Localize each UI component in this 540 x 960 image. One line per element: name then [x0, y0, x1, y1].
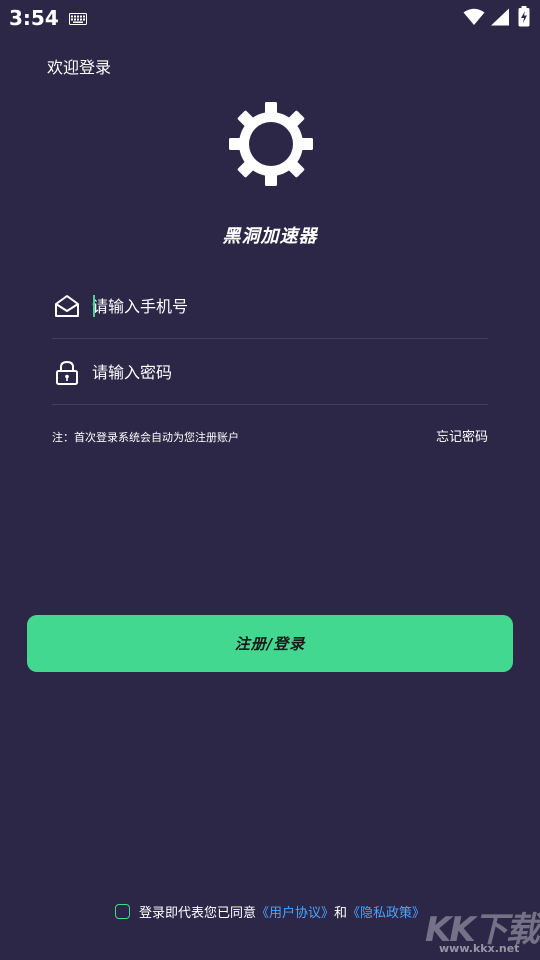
welcome-title: 欢迎登录	[47, 58, 112, 77]
watermark: KK下载 www.kkx.net	[425, 900, 540, 960]
wifi-icon	[463, 8, 485, 25]
keyboard-icon	[69, 13, 87, 25]
forgot-password-link[interactable]: 忘记密码	[436, 426, 488, 445]
signal-icon	[491, 8, 509, 26]
privacy-policy-link[interactable]: 《隐私政策》	[347, 902, 425, 921]
battery-charging-icon	[518, 6, 530, 27]
phone-input[interactable]	[92, 294, 472, 318]
password-input[interactable]	[92, 360, 472, 384]
phone-field	[52, 276, 488, 339]
mail-open-icon	[55, 295, 79, 317]
register-note: 注：首次登录系统会自动为您注册账户	[52, 431, 239, 444]
gear-icon	[229, 102, 313, 186]
status-time: 3:54	[9, 6, 59, 30]
agree-checkbox[interactable]	[114, 904, 130, 919]
agreement-and: 和	[334, 906, 348, 921]
app-name: 黑洞加速器	[222, 226, 318, 247]
agreement-prefix: 登录即代表您已同意	[138, 906, 256, 921]
text-caret	[93, 295, 95, 317]
password-field	[52, 342, 488, 405]
register-login-button[interactable]: 注册/登录	[27, 615, 513, 672]
watermark-site: www.kkx.net	[439, 942, 520, 955]
status-bar: 3:54	[0, 0, 540, 38]
user-agreement-link[interactable]: 《用户协议》	[256, 902, 334, 921]
lock-icon	[56, 360, 78, 385]
